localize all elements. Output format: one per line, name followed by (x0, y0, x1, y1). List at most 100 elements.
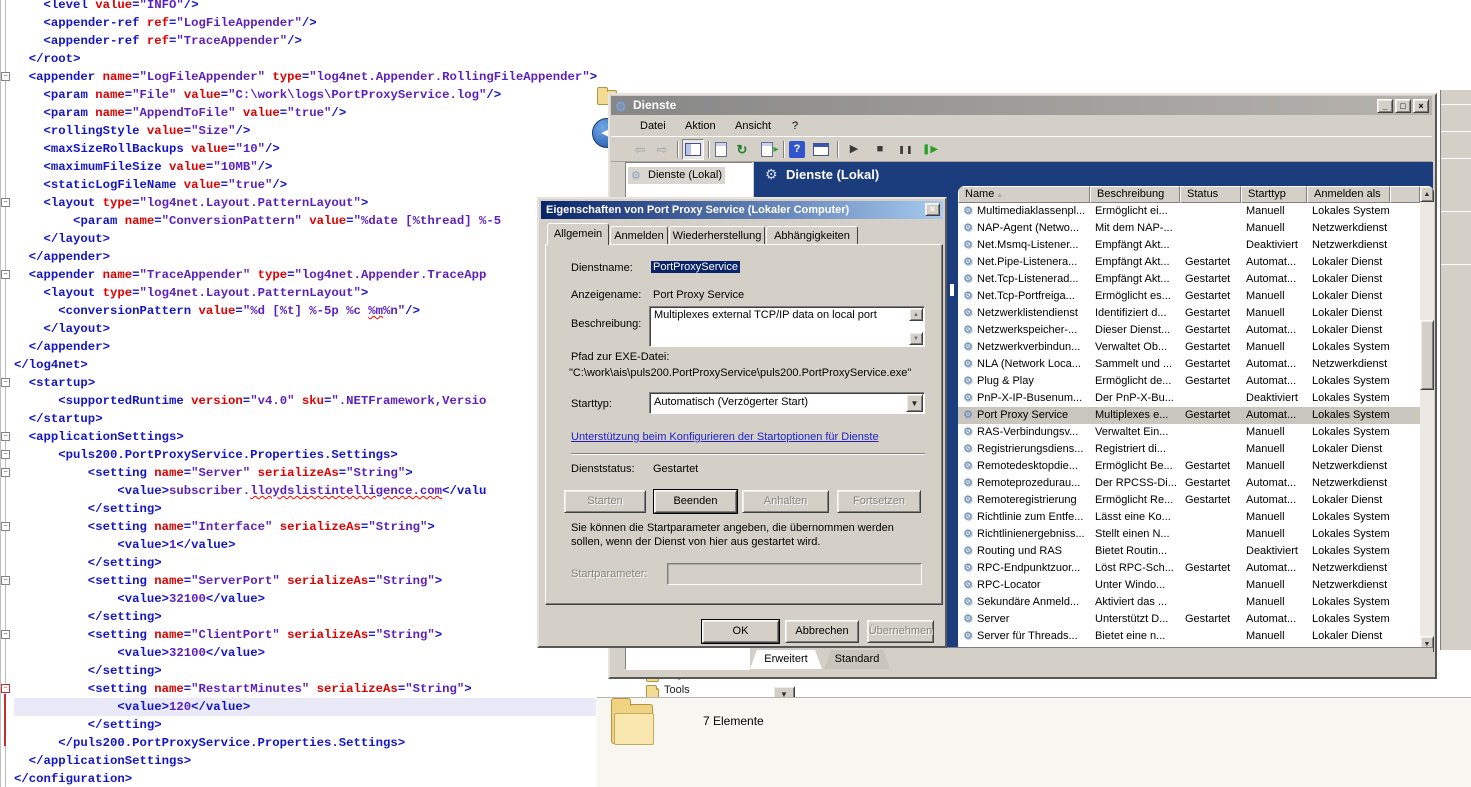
code-line[interactable]: </puls200.PortProxyService.Properties.Se… (14, 734, 596, 752)
properties-icon[interactable] (715, 142, 727, 157)
table-row[interactable]: ⚙Sekundäre Anmeld...Aktiviert das ...Man… (958, 594, 1420, 611)
code-line[interactable]: </log4net> (14, 356, 596, 374)
code-line[interactable]: <maximumFileSize value="10MB"/> (14, 158, 596, 176)
table-row[interactable]: ⚙Routing und RASBietet Routin...Deaktivi… (958, 543, 1420, 560)
fold-marker-icon[interactable]: − (1, 270, 10, 279)
menu-hilfe[interactable]: ? (792, 116, 798, 137)
code-line[interactable]: <param name="ConversionPattern" value="%… (14, 212, 596, 230)
table-row[interactable]: ⚙RemoteregistrierungErmöglicht Re...Gest… (958, 492, 1420, 509)
column-header-status[interactable]: Status (1180, 186, 1241, 203)
table-row[interactable]: ⚙Remotedesktopdie...Ermöglicht Be...Gest… (958, 458, 1420, 475)
code-line[interactable]: <param name="File" value="C:\work\logs\P… (14, 86, 596, 104)
refresh-icon[interactable]: ↻ (733, 141, 751, 158)
ok-button[interactable]: OK (702, 620, 779, 643)
code-line[interactable]: <level value="INFO"/> (14, 0, 596, 14)
code-line[interactable]: <appender name="TraceAppender" type="log… (14, 266, 596, 284)
close-icon[interactable]: × (1413, 99, 1429, 113)
table-row[interactable]: ⚙PnP-X-IP-Busenum...Der PnP-X-Bu...Deakt… (958, 390, 1420, 407)
fold-marker-icon[interactable]: − (1, 684, 10, 693)
table-row[interactable]: ⚙Net.Pipe-Listenera...Empfängt Akt...Ges… (958, 254, 1420, 271)
scroll-up-icon[interactable]: ▲ (909, 308, 923, 321)
table-row[interactable]: ⚙RPC-Endpunktzuor...Löst RPC-Sch...Gesta… (958, 560, 1420, 577)
code-line[interactable]: <param name="AppendToFile" value="true"/… (14, 104, 596, 122)
tab-abhaengigkeiten[interactable]: Abhängigkeiten (766, 226, 858, 245)
fold-marker-icon[interactable]: − (1, 576, 10, 585)
close-icon[interactable]: × (925, 203, 940, 216)
table-row[interactable]: ⚙Port Proxy ServiceMultiplexes e...Gesta… (958, 407, 1420, 424)
start-service-icon[interactable]: ▶ (845, 141, 863, 158)
table-row[interactable]: ⚙NetzwerklistendienstIdentifiziert d...G… (958, 305, 1420, 322)
startoptions-help-link[interactable]: Unterstützung beim Konfigurieren der Sta… (571, 431, 879, 443)
code-line[interactable]: </appender> (14, 338, 596, 356)
code-line[interactable]: </layout> (14, 320, 596, 338)
code-line[interactable]: <value>32100</value> (14, 644, 596, 662)
code-lines[interactable]: <level value="INFO"/> <appender-ref ref=… (14, 0, 596, 787)
tab-erweitert[interactable]: Erweitert (750, 650, 822, 669)
tab-standard[interactable]: Standard (824, 650, 890, 669)
code-line[interactable]: <puls200.PortProxyService.Properties.Set… (14, 446, 596, 464)
media-pane-icon[interactable] (813, 143, 829, 156)
pause-service-icon[interactable]: ❚❚ (897, 141, 915, 158)
fold-marker-icon[interactable]: − (1, 432, 10, 441)
forward-icon[interactable]: ⇨ (653, 141, 671, 158)
minimize-icon[interactable]: _ (1377, 99, 1393, 113)
code-line[interactable]: <rollingStyle value="Size"/> (14, 122, 596, 140)
table-row[interactable]: ⚙Net.Msmq-Listener...Empfängt Akt...Deak… (958, 237, 1420, 254)
fold-marker-icon[interactable]: − (1, 468, 10, 477)
table-row[interactable]: ⚙Server für Threads...Bietet eine n...Ma… (958, 628, 1420, 645)
tree-item-dienste-lokal[interactable]: ⚙ Dienste (Lokal) (628, 167, 725, 184)
table-row[interactable]: ⚙RAS-Verbindungsv...Verwaltet Ein...Manu… (958, 424, 1420, 441)
code-line[interactable]: <conversionPattern value="%d [%t] %-5p %… (14, 302, 596, 320)
scroll-up-icon[interactable]: ▲ (1420, 186, 1434, 202)
code-line[interactable]: <layout type="log4net.Layout.PatternLayo… (14, 194, 596, 212)
table-row[interactable]: ⚙Net.Tcp-Listenerad...Empfängt Akt...Ges… (958, 271, 1420, 288)
code-line[interactable]: </applicationSettings> (14, 752, 596, 770)
fold-marker-icon[interactable]: − (1, 198, 10, 207)
code-line[interactable]: </configuration> (14, 770, 596, 787)
code-line[interactable]: <maxSizeRollBackups value="10"/> (14, 140, 596, 158)
table-row[interactable]: ⚙Netzwerkspeicher-...Dieser Dienst...Ges… (958, 322, 1420, 339)
code-line[interactable]: <setting name="RestartMinutes" serialize… (14, 680, 596, 698)
code-line[interactable]: <setting name="Server" serializeAs="Stri… (14, 464, 596, 482)
code-line[interactable]: </setting> (14, 500, 596, 518)
menu-ansicht[interactable]: Ansicht (735, 116, 771, 137)
fold-marker-icon[interactable]: − (1, 450, 10, 459)
table-row[interactable]: ⚙NAP-Agent (Netwo...Mit dem NAP-...Manue… (958, 220, 1420, 237)
table-row[interactable]: ⚙Multimediaklassenpl...Ermöglicht ei...M… (958, 203, 1420, 220)
console-tree-icon[interactable] (685, 143, 701, 156)
fold-marker-icon[interactable]: − (1, 522, 10, 531)
code-line[interactable]: </appender> (14, 248, 596, 266)
scrollbar[interactable]: ▲ ▼ (1420, 186, 1434, 652)
column-header-beschreibung[interactable]: Beschreibung (1090, 186, 1180, 203)
code-line[interactable]: </setting> (14, 662, 596, 680)
window-titlebar[interactable]: ⚙ Dienste _ □ × (611, 96, 1432, 115)
beschreibung-field[interactable]: Multiplexes external TCP/IP data on loca… (649, 306, 925, 347)
menu-datei[interactable]: Datei (640, 116, 666, 137)
code-line[interactable]: </setting> (14, 608, 596, 626)
dialog-titlebar[interactable]: Eigenschaften von Port Proxy Service (Lo… (541, 201, 943, 219)
code-line[interactable]: <appender-ref ref="LogFileAppender"/> (14, 14, 596, 32)
maximize-icon[interactable]: □ (1395, 99, 1411, 113)
table-row[interactable]: ⚙Richtlinienergebniss...Stellt einen N..… (958, 526, 1420, 543)
fold-marker-icon[interactable]: − (1, 72, 10, 81)
column-header-anmeldenals[interactable]: Anmelden als (1307, 186, 1390, 203)
table-row[interactable]: ⚙ServerUnterstützt D...GestartetAutomat.… (958, 611, 1420, 628)
table-row[interactable]: ⚙Netzwerkverbindun...Verwaltet Ob...Gest… (958, 339, 1420, 356)
back-icon[interactable]: ⇦ (631, 141, 649, 158)
column-header-name[interactable]: Name ▲ (958, 186, 1090, 203)
chevron-down-icon[interactable]: ▼ (906, 394, 923, 412)
table-row[interactable]: ⚙Registrierungsdiens...Registriert di...… (958, 441, 1420, 458)
code-line[interactable]: <value>subscriber.lloydslistintelligence… (14, 482, 596, 500)
code-line[interactable]: <setting name="Interface" serializeAs="S… (14, 518, 596, 536)
table-row[interactable]: ⚙Net.Tcp-Portfreiga...Ermöglicht es...Ge… (958, 288, 1420, 305)
table-row[interactable]: ⚙Plug & PlayErmöglicht de...GestartetAut… (958, 373, 1420, 390)
code-line[interactable]: <appender-ref ref="TraceAppender"/> (14, 32, 596, 50)
dienstname-value[interactable]: PortProxyService (651, 261, 740, 273)
code-line[interactable]: <supportedRuntime version="v4.0" sku=".N… (14, 392, 596, 410)
code-line[interactable]: </setting> (14, 716, 596, 734)
stop-service-icon[interactable]: ■ (871, 141, 889, 158)
code-line[interactable]: <appender name="LogFileAppender" type="l… (14, 68, 596, 86)
code-line[interactable]: </startup> (14, 410, 596, 428)
code-line[interactable]: </setting> (14, 554, 596, 572)
tree-item-tools[interactable]: Tools (664, 684, 690, 696)
